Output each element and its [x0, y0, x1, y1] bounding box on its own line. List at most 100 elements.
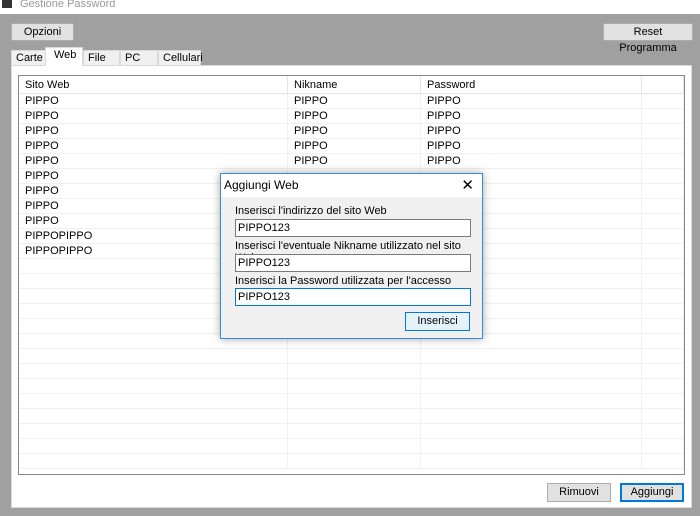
table-cell	[642, 139, 684, 153]
column-header[interactable]: Sito Web	[19, 76, 288, 93]
table-cell: PIPPO	[288, 139, 421, 153]
table-cell: PIPPO	[421, 139, 642, 153]
table-cell: PIPPO	[19, 94, 288, 108]
insert-button[interactable]: Inserisci	[405, 312, 470, 331]
table-cell	[19, 349, 288, 363]
table-cell	[642, 334, 684, 348]
title-bar: Gestione Password	[0, 0, 700, 14]
table-cell	[642, 184, 684, 198]
table-cell	[642, 304, 684, 318]
table-cell	[421, 379, 642, 393]
table-cell	[642, 94, 684, 108]
empty-row[interactable]	[19, 454, 684, 469]
table-cell	[19, 394, 288, 408]
table-cell	[642, 319, 684, 333]
table-cell	[642, 229, 684, 243]
app-icon	[2, 0, 12, 8]
table-cell	[421, 454, 642, 468]
table-cell	[642, 364, 684, 378]
table-cell: PIPPO	[288, 124, 421, 138]
table-row[interactable]: PIPPO PIPPO PIPPO	[19, 139, 684, 154]
table-cell	[421, 394, 642, 408]
table-row[interactable]: PIPPO PIPPO PIPPO	[19, 154, 684, 169]
table-cell	[19, 439, 288, 453]
table-cell	[642, 454, 684, 468]
nick-input[interactable]: PIPPO123	[235, 254, 471, 272]
table-cell	[642, 154, 684, 168]
table-cell	[421, 349, 642, 363]
empty-row[interactable]	[19, 409, 684, 424]
table-cell: PIPPO	[19, 139, 288, 153]
table-cell	[642, 274, 684, 288]
table-cell	[642, 244, 684, 258]
add-button[interactable]: Aggiungi	[620, 483, 684, 502]
table-row[interactable]: PIPPO PIPPO PIPPO	[19, 94, 684, 109]
table-cell	[288, 439, 421, 453]
table-cell: PIPPO	[288, 109, 421, 123]
table-cell	[642, 349, 684, 363]
table-cell	[642, 439, 684, 453]
tab-pc[interactable]: PC	[120, 50, 158, 66]
table-cell	[288, 454, 421, 468]
column-header[interactable]: Password	[421, 76, 642, 93]
table-cell: PIPPO	[421, 94, 642, 108]
tab-web[interactable]: Web	[45, 47, 83, 66]
table-cell	[19, 379, 288, 393]
table-cell	[421, 409, 642, 423]
table-cell	[288, 364, 421, 378]
table-cell	[642, 259, 684, 273]
tab-cellulari[interactable]: Cellulari	[158, 50, 203, 66]
table-cell: PIPPO	[288, 154, 421, 168]
empty-row[interactable]	[19, 424, 684, 439]
tab-file[interactable]: File	[83, 50, 120, 66]
remove-button[interactable]: Rimuovi	[547, 483, 611, 502]
table-cell: PIPPO	[288, 94, 421, 108]
column-header[interactable]: Nikname	[288, 76, 421, 93]
table-cell	[19, 409, 288, 423]
table-cell: PIPPO	[19, 109, 288, 123]
site-input[interactable]: PIPPO123	[235, 219, 471, 237]
tab-carte[interactable]: Carte	[11, 50, 48, 66]
table-cell	[288, 409, 421, 423]
table-cell	[288, 424, 421, 438]
table-cell	[642, 289, 684, 303]
window-title: Gestione Password	[20, 0, 116, 10]
table-row[interactable]: PIPPO PIPPO PIPPO	[19, 124, 684, 139]
table-cell: PIPPO	[421, 124, 642, 138]
site-label: Inserisci l'indirizzo del sito Web	[235, 205, 387, 217]
table-cell	[642, 394, 684, 408]
table-cell: PIPPO	[421, 109, 642, 123]
close-icon[interactable]: ✕	[461, 174, 474, 197]
table-cell	[642, 379, 684, 393]
empty-row[interactable]	[19, 364, 684, 379]
empty-row[interactable]	[19, 379, 684, 394]
add-web-dialog: Aggiungi Web ✕ Inserisci l'indirizzo del …	[220, 173, 483, 339]
table-cell: PIPPO	[19, 124, 288, 138]
table-cell	[288, 349, 421, 363]
dialog-title: Aggiungi Web	[224, 178, 299, 192]
table-cell	[421, 424, 642, 438]
table-row[interactable]: PIPPO PIPPO PIPPO	[19, 109, 684, 124]
table-cell	[421, 439, 642, 453]
table-cell: PIPPO	[19, 154, 288, 168]
password-label: Inserisci la Password utilizzata per l'a…	[235, 275, 452, 287]
table-cell	[288, 379, 421, 393]
dialog-title-bar: Aggiungi Web ✕	[221, 174, 482, 197]
table-cell	[288, 394, 421, 408]
table-cell	[642, 409, 684, 423]
table-cell	[19, 424, 288, 438]
table-cell	[642, 214, 684, 228]
table-cell	[642, 199, 684, 213]
password-input[interactable]: PIPPO123	[235, 288, 471, 306]
column-header-empty	[642, 76, 684, 93]
table-cell: PIPPO	[421, 154, 642, 168]
empty-row[interactable]	[19, 439, 684, 454]
empty-row[interactable]	[19, 394, 684, 409]
table-cell	[642, 424, 684, 438]
table-cell	[421, 364, 642, 378]
options-button[interactable]: Opzioni	[11, 23, 74, 41]
empty-row[interactable]	[19, 349, 684, 364]
table-cell	[642, 124, 684, 138]
list-header: Sito Web Nikname Password	[19, 76, 684, 94]
reset-program-button[interactable]: Reset Programma	[603, 23, 693, 54]
